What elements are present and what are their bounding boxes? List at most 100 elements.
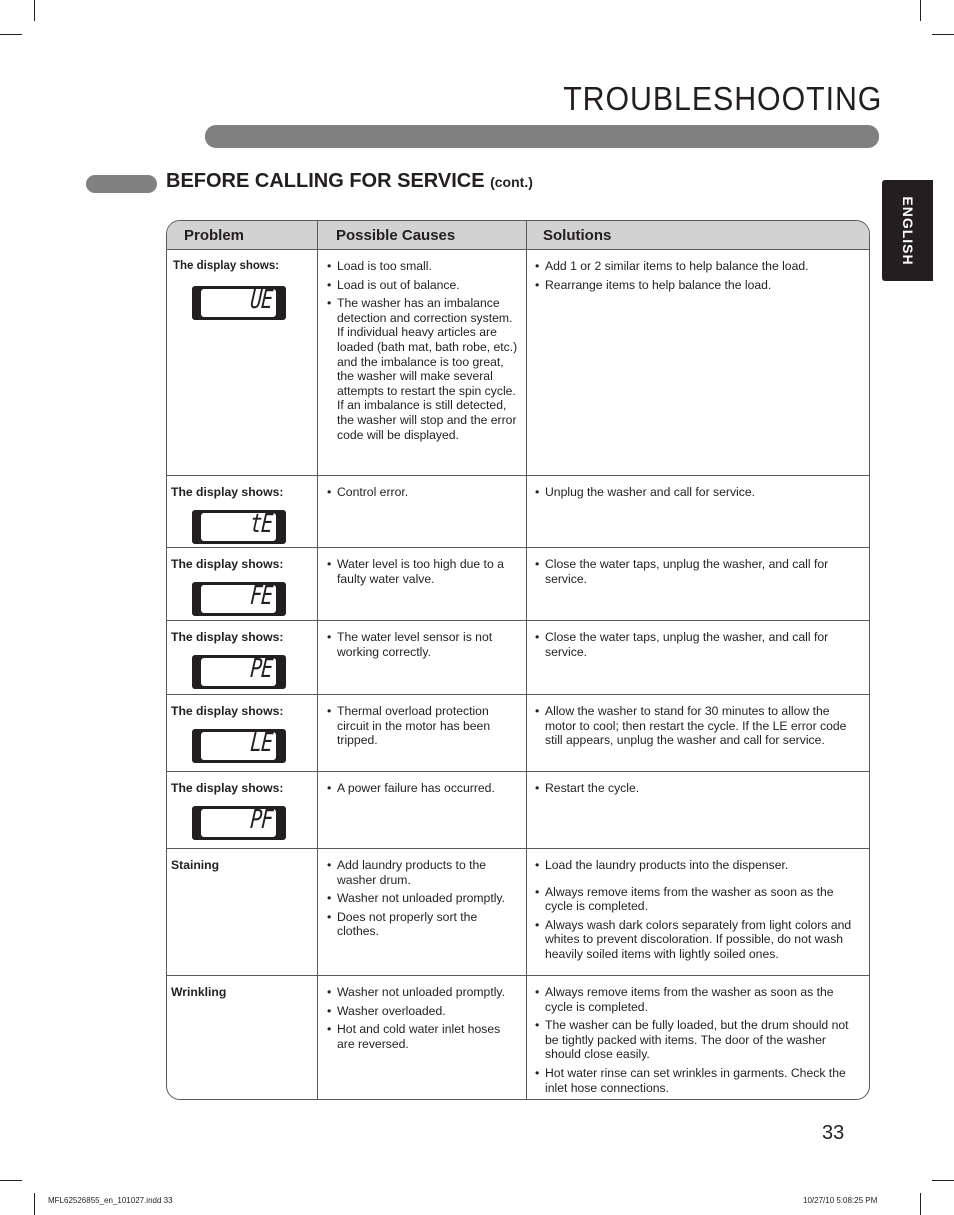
table-row: The display shows: FE Water level is too… (167, 548, 869, 621)
cause-item: Load is out of balance. (327, 278, 518, 293)
solution-item: Unplug the washer and call for service. (535, 485, 861, 500)
cause-item: Does not properly sort the clothes. (327, 910, 518, 939)
language-tab-label: ENGLISH (899, 195, 916, 266)
table-header: Problem Possible Causes Solutions (167, 221, 869, 250)
problem-label: The display shows: (171, 557, 284, 571)
problem-label: The display shows: (171, 630, 284, 644)
crop-mark (0, 34, 22, 35)
crop-mark (34, 0, 35, 21)
cause-item: Washer not unloaded promptly. (327, 891, 518, 906)
causes-cell: Water level is too high due to a faulty … (318, 548, 527, 620)
table-row: Staining Add laundry products to the was… (167, 849, 869, 976)
causes-cell: Washer not unloaded promptly. Washer ove… (318, 976, 527, 1099)
error-display: PF (192, 804, 286, 840)
cause-item: Washer overloaded. (327, 1004, 518, 1019)
crop-mark (0, 1180, 22, 1181)
cause-item: Washer not unloaded promptly. (327, 985, 518, 1000)
error-display: UE (192, 285, 286, 320)
solutions-cell: Load the laundry products into the dispe… (527, 849, 869, 975)
cause-item: Thermal overload protection circuit in t… (327, 704, 518, 748)
causes-cell: Thermal overload protection circuit in t… (318, 695, 527, 771)
causes-cell: Load is too small. Load is out of balanc… (318, 250, 527, 475)
table-row: The display shows: tE Control error. Unp… (167, 476, 869, 548)
section-title-suffix: (cont.) (490, 174, 533, 190)
error-code: LE (248, 727, 274, 758)
problem-label: The display shows: (171, 704, 284, 718)
solutions-cell: Unplug the washer and call for service. (527, 476, 869, 547)
cause-item: Water level is too high due to a faulty … (327, 557, 518, 586)
problem-cell: The display shows: LE (167, 695, 318, 771)
problem-cell: The display shows: FE (167, 548, 318, 620)
crop-mark (932, 1180, 954, 1181)
error-display: tE (192, 508, 286, 544)
cause-item: Hot and cold water inlet hoses are rever… (327, 1022, 518, 1051)
title-bar (205, 125, 879, 148)
column-header-solutions: Solutions (543, 227, 612, 244)
column-header-causes: Possible Causes (318, 221, 527, 249)
language-tab: ENGLISH (882, 180, 933, 281)
problem-label: Wrinkling (171, 985, 227, 999)
problem-cell: The display shows: PE (167, 621, 318, 694)
page-number: 33 (822, 1122, 845, 1144)
section-title: BEFORE CALLING FOR SERVICE (cont.) (166, 170, 533, 193)
file-info: MFL62526855_en_101027.indd 33 (48, 1196, 173, 1205)
solution-item: Allow the washer to stand for 30 minutes… (535, 704, 861, 748)
problem-label: Staining (171, 858, 220, 872)
cause-item: Add laundry products to the washer drum. (327, 858, 518, 887)
problem-cell: Wrinkling (167, 976, 318, 1099)
error-code: tE (248, 508, 274, 539)
error-display: PE (192, 653, 286, 689)
crop-mark (932, 34, 954, 35)
solution-item: Always remove items from the washer as s… (535, 885, 861, 914)
error-code: FE (248, 580, 274, 611)
solutions-cell: Restart the cycle. (527, 772, 869, 848)
solution-item: Rearrange items to help balance the load… (535, 278, 861, 293)
table-row: The display shows: PF A power failure ha… (167, 772, 869, 849)
column-header-problem: Problem (167, 221, 318, 249)
solutions-cell: Allow the washer to stand for 30 minutes… (527, 695, 869, 771)
problem-cell: Staining (167, 849, 318, 975)
solution-item: The washer can be fully loaded, but the … (535, 1018, 861, 1062)
section-marker (86, 175, 157, 193)
causes-cell: Control error. (318, 476, 527, 547)
error-code: PF (248, 804, 274, 835)
solutions-cell: Close the water taps, unplug the washer,… (527, 621, 869, 694)
causes-cell: The water level sensor is not working co… (318, 621, 527, 694)
table-row: Wrinkling Washer not unloaded promptly. … (167, 976, 869, 1099)
table-row: The display shows: UE Load is too small.… (167, 250, 869, 476)
problem-cell: The display shows: tE (167, 476, 318, 547)
solutions-cell: Always remove items from the washer as s… (527, 976, 869, 1099)
error-code: PE (248, 653, 274, 684)
cause-item: The washer has an imbalance detection an… (327, 296, 518, 442)
problem-cell: The display shows: UE (167, 250, 318, 475)
crop-mark (34, 1193, 35, 1215)
crop-mark (920, 1193, 921, 1215)
causes-cell: A power failure has occurred. (318, 772, 527, 848)
section-title-text: BEFORE CALLING FOR SERVICE (166, 170, 485, 192)
solution-item: Load the laundry products into the dispe… (535, 858, 861, 873)
problem-label: The display shows: (171, 485, 284, 499)
error-display: LE (192, 727, 286, 763)
table-row: The display shows: PE The water level se… (167, 621, 869, 695)
solutions-cell: Close the water taps, unplug the washer,… (527, 548, 869, 620)
causes-cell: Add laundry products to the washer drum.… (318, 849, 527, 975)
troubleshooting-table: Problem Possible Causes Solutions The di… (166, 220, 870, 1100)
solution-item: Close the water taps, unplug the washer,… (535, 630, 861, 659)
solutions-cell: Add 1 or 2 similar items to help balance… (527, 250, 869, 475)
solution-item: Restart the cycle. (535, 781, 861, 796)
problem-cell: The display shows: PF (167, 772, 318, 848)
error-display: FE (192, 580, 286, 616)
print-timestamp: 10/27/10 5:08:25 PM (803, 1196, 878, 1205)
solution-item: Always wash dark colors separately from … (535, 918, 861, 962)
solution-item: Add 1 or 2 similar items to help balance… (535, 259, 861, 274)
problem-label: The display shows: (173, 260, 280, 272)
problem-label: The display shows: (171, 781, 284, 795)
cause-item: Control error. (327, 485, 518, 500)
crop-mark (920, 0, 921, 21)
solution-item: Hot water rinse can set wrinkles in garm… (535, 1066, 861, 1095)
solution-item: Always remove items from the washer as s… (535, 985, 861, 1014)
cause-item: The water level sensor is not working co… (327, 630, 518, 659)
table-row: The display shows: LE Thermal overload p… (167, 695, 869, 772)
solution-item: Close the water taps, unplug the washer,… (535, 557, 861, 586)
cause-item: Load is too small. (327, 259, 518, 274)
